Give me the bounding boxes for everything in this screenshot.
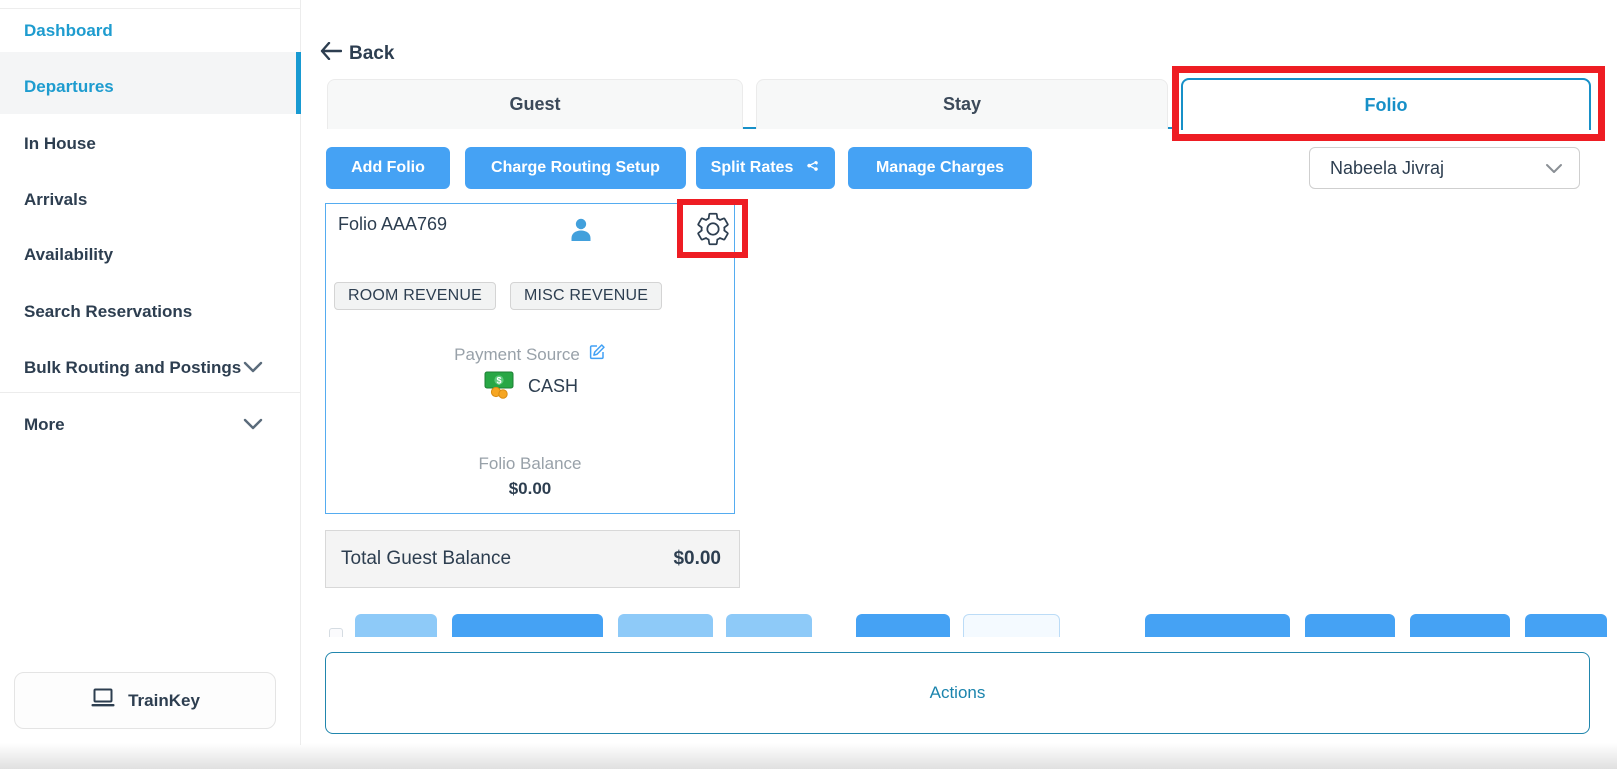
total-guest-balance-value: $0.00 <box>673 548 721 570</box>
badge-misc-revenue: MISC REVENUE <box>510 282 662 310</box>
folio-balance-label: Folio Balance <box>326 454 734 474</box>
clipped-button[interactable] <box>1410 614 1510 637</box>
checkbox[interactable] <box>329 628 343 637</box>
back-arrow-icon <box>320 42 342 66</box>
total-guest-balance-label: Total Guest Balance <box>341 548 673 570</box>
chevron-down-icon <box>243 358 263 378</box>
sidebar-item-label: Arrivals <box>24 190 87 210</box>
actions-label: Actions <box>930 683 986 703</box>
folio-title: Folio AAA769 <box>338 214 447 235</box>
back-label: Back <box>349 43 394 65</box>
chevron-down-icon <box>243 415 263 435</box>
sidebar-item-in-house[interactable]: In House <box>0 127 301 161</box>
share-icon <box>803 157 820 179</box>
sidebar-item-label: In House <box>24 134 96 154</box>
sidebar-item-label: More <box>24 415 65 435</box>
clipped-button[interactable] <box>1145 614 1290 637</box>
clipped-button[interactable] <box>452 614 603 637</box>
tab-folio[interactable]: Folio <box>1181 78 1591 130</box>
button-label: Split Rates <box>711 159 794 177</box>
button-label: Add Folio <box>351 159 425 177</box>
revenue-badges: ROOM REVENUE MISC REVENUE <box>334 282 662 310</box>
sidebar-item-departures[interactable]: Departures <box>0 70 301 104</box>
button-label: Charge Routing Setup <box>491 159 660 177</box>
sidebar-item-label: Dashboard <box>24 21 113 41</box>
guest-selector-dropdown[interactable]: Nabeela Jivraj <box>1309 147 1580 189</box>
sidebar-item-label: Departures <box>24 77 114 97</box>
svg-text:$: $ <box>496 376 501 386</box>
tab-label: Stay <box>943 94 981 115</box>
payment-method-value: CASH <box>528 376 578 397</box>
badge-room-revenue: ROOM REVENUE <box>334 282 496 310</box>
tab-label: Guest <box>509 94 560 115</box>
clipped-toolbar-row <box>317 614 1607 637</box>
clipped-button[interactable] <box>963 614 1060 637</box>
bottom-fade <box>0 743 1617 769</box>
sidebar-item-availability[interactable]: Availability <box>0 238 301 272</box>
sidebar-item-search-reservations[interactable]: Search Reservations <box>0 295 301 329</box>
gear-icon[interactable] <box>694 210 732 253</box>
tab-label: Folio <box>1365 95 1408 116</box>
edit-icon[interactable] <box>588 343 606 366</box>
clipped-button[interactable] <box>618 614 713 637</box>
sidebar-item-label: Search Reservations <box>24 302 192 322</box>
sidebar-item-dashboard[interactable]: Dashboard <box>0 14 301 48</box>
sidebar: Dashboard Departures In House Arrivals A… <box>0 0 301 745</box>
sidebar-item-bulk-routing[interactable]: Bulk Routing and Postings <box>0 351 301 385</box>
split-rates-button[interactable]: Split Rates <box>696 147 835 189</box>
sidebar-top-divider <box>0 8 301 9</box>
trainkey-button[interactable]: TrainKey <box>14 672 276 729</box>
clipped-button[interactable] <box>726 614 812 637</box>
clipped-button[interactable] <box>1525 614 1607 637</box>
button-label: Manage Charges <box>876 159 1004 177</box>
back-button[interactable]: Back <box>320 42 394 66</box>
clipped-button[interactable] <box>355 614 437 637</box>
clipped-button[interactable] <box>1305 614 1395 637</box>
charge-routing-setup-button[interactable]: Charge Routing Setup <box>465 147 686 189</box>
total-guest-balance-row: Total Guest Balance $0.00 <box>325 530 740 588</box>
sidebar-divider <box>0 392 301 393</box>
actions-button[interactable]: Actions <box>325 652 1590 734</box>
add-folio-button[interactable]: Add Folio <box>326 147 450 189</box>
sidebar-item-more[interactable]: More <box>0 408 301 442</box>
sidebar-item-label: Availability <box>24 245 113 265</box>
cash-icon: $ <box>482 369 518 404</box>
guest-selector-value: Nabeela Jivraj <box>1330 158 1545 179</box>
tab-stay[interactable]: Stay <box>756 79 1168 129</box>
tab-guest[interactable]: Guest <box>327 79 743 129</box>
payment-method-row: $ CASH <box>326 369 734 404</box>
folio-page: Dashboard Departures In House Arrivals A… <box>0 0 1617 769</box>
chevron-down-icon <box>1545 158 1563 179</box>
sidebar-item-label: Bulk Routing and Postings <box>24 358 241 378</box>
payment-source-label: Payment Source <box>454 345 580 365</box>
folio-balance-value: $0.00 <box>326 479 734 499</box>
folio-card: Folio AAA769 ROOM REVENUE MISC REVENUE P… <box>325 203 735 514</box>
sidebar-item-arrivals[interactable]: Arrivals <box>0 183 301 217</box>
laptop-icon <box>90 687 116 714</box>
trainkey-label: TrainKey <box>128 691 200 711</box>
manage-charges-button[interactable]: Manage Charges <box>848 147 1032 189</box>
payment-source-row: Payment Source <box>326 343 734 366</box>
clipped-button[interactable] <box>856 614 950 637</box>
person-icon <box>569 217 593 248</box>
